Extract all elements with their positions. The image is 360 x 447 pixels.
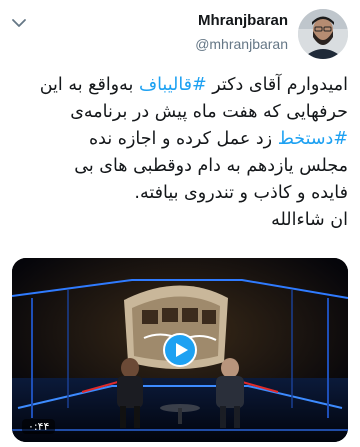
- tweet-text-segment: امیدوارم آقای دکتر: [206, 75, 348, 95]
- hashtag-link[interactable]: #قالیباف: [139, 75, 207, 95]
- author-avatar[interactable]: [298, 9, 348, 59]
- tweet-header: Mhranjbaran @mhranjbaran: [0, 0, 360, 66]
- profile-photo-icon: [298, 9, 348, 59]
- author-handle[interactable]: @mhranjbaran: [195, 36, 288, 52]
- tweet-text: امیدوارم آقای دکتر #قالیباف به‌واقع به ا…: [12, 72, 348, 234]
- hashtag-link[interactable]: #دستخط: [278, 129, 348, 149]
- tweet-line: ان شاءالله: [271, 210, 348, 230]
- author-name[interactable]: Mhranjbaran: [198, 12, 288, 29]
- tweet-line: مجلس یازدهم به دام دوقطبی های بی: [74, 156, 348, 176]
- tweet-line: امیدوارم آقای دکتر #قالیباف به‌واقع به ا…: [12, 72, 348, 99]
- tweet-text-segment: به‌واقع به این: [39, 75, 139, 95]
- video-player[interactable]: ۰:۴۴: [12, 258, 348, 442]
- tweet-line: حرفهایی که هفت ماه پیش در برنامه‌ی: [70, 102, 348, 122]
- video-duration: ۰:۴۴: [22, 419, 56, 434]
- play-button[interactable]: [163, 333, 197, 367]
- tweet-line: فایده و کاذب و تندروی بیافته.: [134, 183, 348, 203]
- tweet-text-segment: زد عمل کرده و اجازه نده: [88, 129, 278, 149]
- chevron-down-icon[interactable]: [10, 14, 28, 32]
- tweet-line: #دستخط زد عمل کرده و اجازه نده: [12, 126, 348, 153]
- play-icon: [176, 343, 188, 357]
